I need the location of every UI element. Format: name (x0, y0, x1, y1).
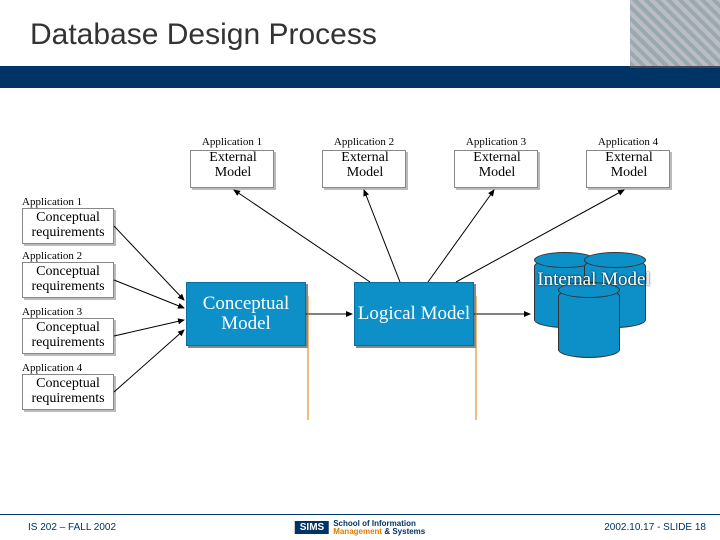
internal-model-cylinders: Internal Model (534, 258, 662, 362)
external-4-app-label: Application 4 (586, 136, 670, 148)
external-1-app-label: Application 1 (190, 136, 274, 148)
slide-footer: IS 202 – FALL 2002 SIMS School of Inform… (0, 514, 720, 540)
sims-sub-line2a: Management (333, 527, 382, 536)
external-4-line2: Model (587, 165, 671, 181)
requirements-3-box: Conceptual requirements (22, 318, 114, 354)
external-model-3-box: External Model (454, 150, 538, 188)
external-3-line1: External (455, 150, 539, 166)
footer-left-text: IS 202 – FALL 2002 (28, 522, 116, 533)
requirements-3-line1: Conceptual (23, 321, 113, 336)
header-decorative-image (630, 0, 720, 68)
cylinder-icon (558, 288, 620, 358)
conceptual-model-box: Conceptual Model (186, 282, 306, 346)
requirements-1-line1: Conceptual (23, 211, 113, 226)
footer-center-logo: SIMS School of Information Management & … (295, 520, 426, 534)
requirements-4-app-label: Application 4 (22, 362, 114, 374)
external-model-4-box: External Model (586, 150, 670, 188)
external-3-line2: Model (455, 165, 539, 181)
requirements-2-app-label: Application 2 (22, 250, 114, 262)
title-bar (0, 66, 720, 88)
internal-model-label: Internal Model (534, 270, 654, 290)
footer-right-text: 2002.10.17 - SLIDE 18 (604, 522, 706, 533)
sims-logo: SIMS (295, 521, 329, 534)
requirements-4-line1: Conceptual (23, 377, 113, 392)
page-title: Database Design Process (30, 18, 377, 52)
requirements-1-box: Conceptual requirements (22, 208, 114, 244)
requirements-1-line2: requirements (23, 226, 113, 241)
requirements-2-line2: requirements (23, 280, 113, 295)
requirements-2-line1: Conceptual (23, 265, 113, 280)
external-3-app-label: Application 3 (454, 136, 538, 148)
sims-sub-line2b: & Systems (384, 527, 425, 536)
logical-model-label: Logical Model (358, 304, 470, 324)
external-4-line1: External (587, 150, 671, 166)
external-model-2-box: External Model (322, 150, 406, 188)
external-model-1-box: External Model (190, 150, 274, 188)
requirements-4-box: Conceptual requirements (22, 374, 114, 410)
external-2-app-label: Application 2 (322, 136, 406, 148)
requirements-1-app-label: Application 1 (22, 196, 114, 208)
external-1-line2: Model (191, 165, 275, 181)
requirements-3-line2: requirements (23, 336, 113, 351)
requirements-2-box: Conceptual requirements (22, 262, 114, 298)
external-2-line2: Model (323, 165, 407, 181)
requirements-4-line2: requirements (23, 392, 113, 407)
requirements-3-app-label: Application 3 (22, 306, 114, 318)
conceptual-model-label: Conceptual Model (187, 294, 305, 334)
external-2-line1: External (323, 150, 407, 166)
sims-sub: School of Information Management & Syste… (333, 520, 425, 534)
logical-model-box: Logical Model (354, 282, 474, 346)
external-1-line1: External (191, 150, 275, 166)
